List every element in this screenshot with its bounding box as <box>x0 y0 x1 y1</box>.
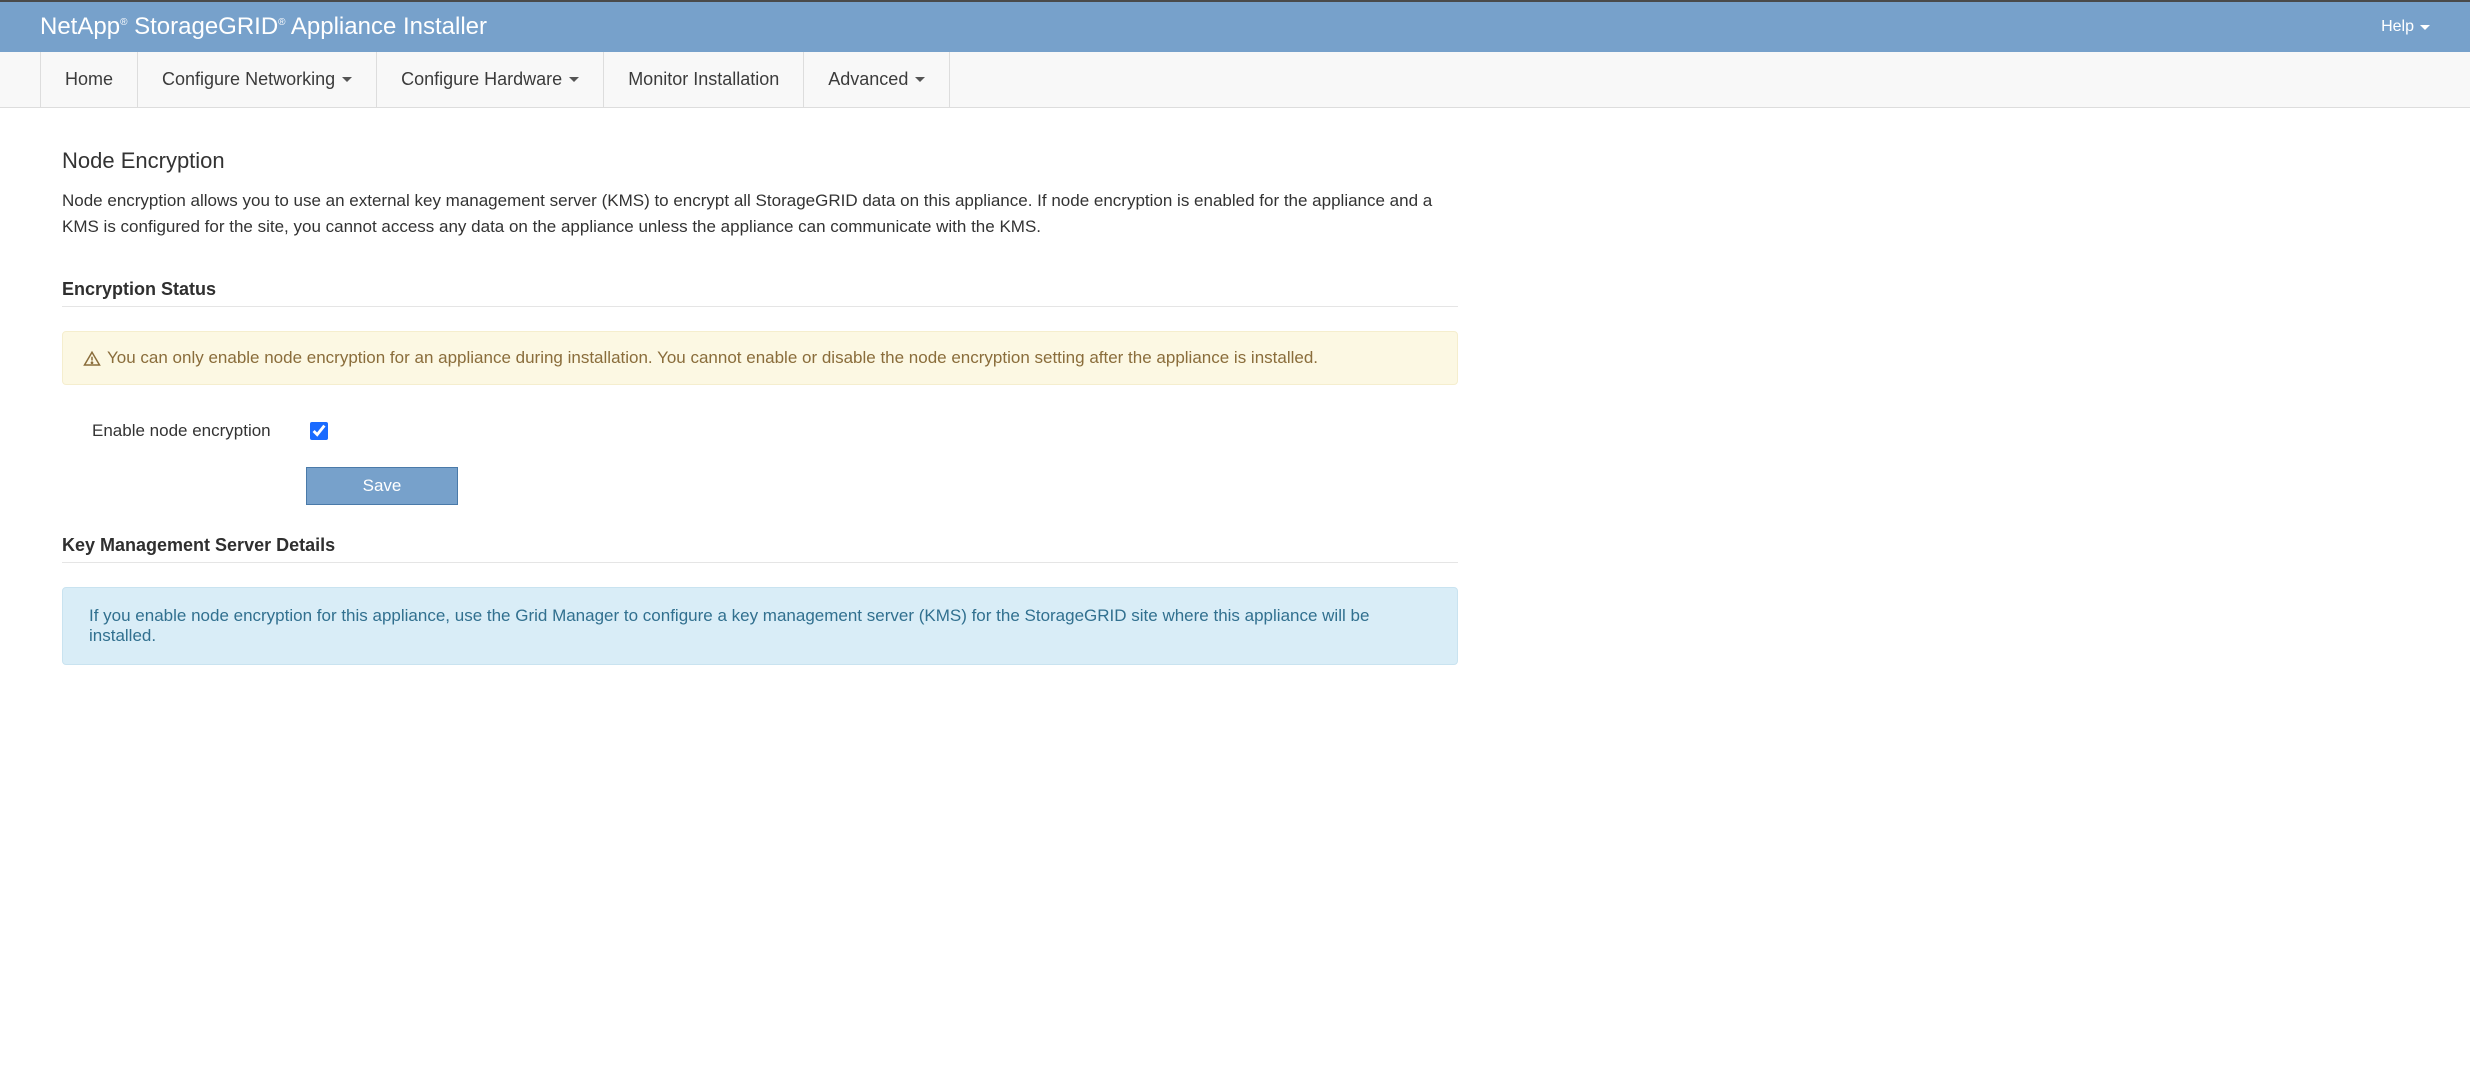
section-divider <box>62 306 1458 307</box>
section-divider <box>62 562 1458 563</box>
nav-home-label: Home <box>65 69 113 90</box>
nav-advanced[interactable]: Advanced <box>803 52 950 107</box>
registered-mark-2: ® <box>278 17 285 28</box>
warning-text: You can only enable node encryption for … <box>107 348 1318 368</box>
chevron-down-icon <box>2420 25 2430 30</box>
page-title: Node Encryption <box>62 148 1458 174</box>
help-menu[interactable]: Help <box>2381 18 2430 36</box>
enable-encryption-checkbox[interactable] <box>310 422 328 440</box>
warning-icon <box>83 350 101 368</box>
main-navbar: Home Configure Networking Configure Hard… <box>0 52 2470 108</box>
nav-home[interactable]: Home <box>40 52 137 107</box>
chevron-down-icon <box>915 77 925 82</box>
brand-title: NetApp® StorageGRID® Appliance Installer <box>40 13 487 41</box>
brand-part-3: Appliance Installer <box>286 13 487 40</box>
save-row: Save <box>62 467 1458 505</box>
page-description: Node encryption allows you to use an ext… <box>62 188 1458 239</box>
enable-encryption-row: Enable node encryption <box>62 419 1458 443</box>
page-content: Node Encryption Node encryption allows y… <box>0 108 1520 739</box>
kms-heading: Key Management Server Details <box>62 535 1458 556</box>
nav-monitor-installation-label: Monitor Installation <box>628 69 779 90</box>
info-alert: If you enable node encryption for this a… <box>62 587 1458 665</box>
nav-configure-hardware[interactable]: Configure Hardware <box>376 52 603 107</box>
brand-part-1: NetApp <box>40 13 120 40</box>
brand-part-2: StorageGRID <box>127 13 278 40</box>
chevron-down-icon <box>569 77 579 82</box>
encryption-status-heading: Encryption Status <box>62 279 1458 300</box>
nav-configure-hardware-label: Configure Hardware <box>401 69 562 90</box>
info-text: If you enable node encryption for this a… <box>89 606 1431 646</box>
enable-encryption-label: Enable node encryption <box>92 421 306 441</box>
nav-configure-networking[interactable]: Configure Networking <box>137 52 376 107</box>
save-button[interactable]: Save <box>306 467 458 505</box>
warning-alert: You can only enable node encryption for … <box>62 331 1458 385</box>
help-label: Help <box>2381 18 2414 36</box>
chevron-down-icon <box>342 77 352 82</box>
nav-configure-networking-label: Configure Networking <box>162 69 335 90</box>
nav-monitor-installation[interactable]: Monitor Installation <box>603 52 803 107</box>
top-header: NetApp® StorageGRID® Appliance Installer… <box>0 0 2470 52</box>
nav-advanced-label: Advanced <box>828 69 908 90</box>
